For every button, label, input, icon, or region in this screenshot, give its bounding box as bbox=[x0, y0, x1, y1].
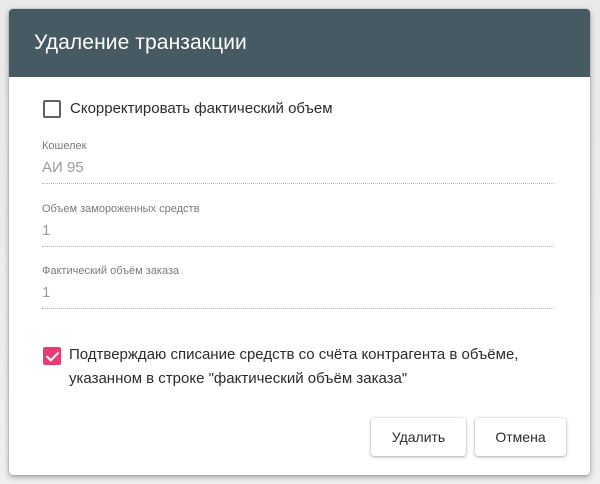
dialog-body: Скорректировать фактический объем Кошеле… bbox=[9, 77, 590, 475]
frozen-funds-field-underline bbox=[42, 246, 554, 247]
wallet-field-underline bbox=[42, 183, 554, 184]
correct-volume-label: Скорректировать фактический объем bbox=[70, 100, 333, 117]
actual-volume-field-value: 1 bbox=[42, 284, 51, 301]
frozen-funds-field: Объем замороженных средств 1 bbox=[42, 203, 554, 247]
correct-volume-checkbox[interactable] bbox=[43, 100, 61, 118]
confirm-write-off-checkbox-row[interactable]: Подтверждаю списание средств со счёта ко… bbox=[43, 346, 518, 391]
wallet-field: Кошелек АИ 95 bbox=[42, 140, 554, 184]
actual-volume-field-underline bbox=[42, 308, 554, 309]
confirm-write-off-label: Подтверждаю списание средств со счёта ко… bbox=[69, 343, 518, 391]
confirm-write-off-label-line1: Подтверждаю списание средств со счёта ко… bbox=[69, 346, 519, 363]
delete-button[interactable]: Удалить bbox=[371, 418, 466, 456]
wallet-field-value: АИ 95 bbox=[42, 159, 84, 176]
wallet-field-label: Кошелек bbox=[42, 140, 87, 152]
actual-volume-field: Фактический объём заказа 1 bbox=[42, 265, 554, 309]
cancel-button[interactable]: Отмена bbox=[475, 418, 566, 456]
confirm-write-off-label-line2: указанном в строке "фактический объём за… bbox=[69, 370, 408, 387]
frozen-funds-field-label: Объем замороженных средств bbox=[42, 203, 200, 215]
confirm-write-off-checkbox[interactable] bbox=[43, 347, 61, 365]
actual-volume-field-label: Фактический объём заказа bbox=[42, 265, 180, 277]
dialog-header: Удаление транзакции bbox=[9, 9, 590, 77]
dialog-title: Удаление транзакции bbox=[34, 31, 247, 54]
correct-volume-checkbox-row[interactable]: Скорректировать фактический объем bbox=[43, 100, 333, 118]
delete-transaction-dialog: Удаление транзакции Скорректировать факт… bbox=[9, 9, 590, 475]
frozen-funds-field-value: 1 bbox=[42, 222, 51, 239]
